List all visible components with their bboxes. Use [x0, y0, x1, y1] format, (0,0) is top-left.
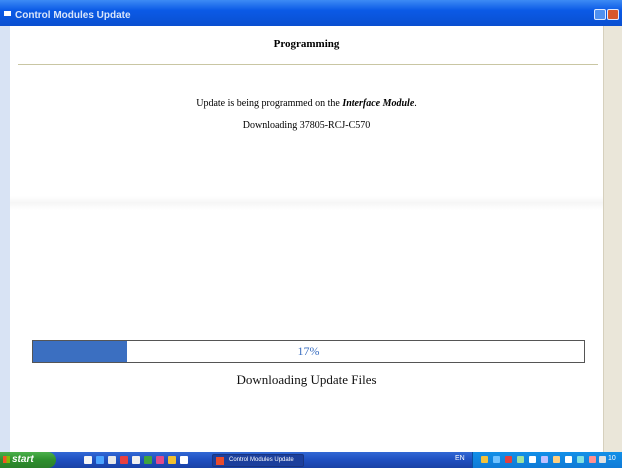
windows-logo-icon [3, 456, 10, 463]
close-button[interactable] [607, 9, 619, 20]
downloading-status: Downloading 37805-RCJ-C570 [242, 120, 371, 131]
quicklaunch-app-icon[interactable] [120, 456, 128, 464]
window-title: Control Modules Update [15, 10, 131, 21]
tray-icon-1[interactable] [481, 456, 488, 463]
taskbar: start Control Modules Update EN 10 [0, 452, 622, 468]
quicklaunch-app2-icon[interactable] [132, 456, 140, 464]
progress-bar: 17% [32, 340, 585, 363]
start-button[interactable]: start [0, 452, 56, 468]
quicklaunch-app5-icon[interactable] [168, 456, 176, 464]
header-divider [18, 64, 598, 65]
message-suffix: . [414, 98, 417, 109]
update-message: Update is being programmed on the Interf… [10, 98, 603, 109]
quicklaunch-app3-icon[interactable] [144, 456, 152, 464]
taskbar-window-button[interactable]: Control Modules Update [212, 454, 304, 467]
tray-icon-10[interactable] [589, 456, 596, 463]
app-icon [4, 11, 11, 16]
tray-icon-7[interactable] [553, 456, 560, 463]
window-titlebar[interactable]: Control Modules Update [0, 0, 622, 26]
minimize-button[interactable] [594, 9, 606, 20]
content-separator [10, 196, 603, 210]
tray-icon-6[interactable] [541, 456, 548, 463]
quicklaunch-explorer-icon[interactable] [108, 456, 116, 464]
tray-icon-2[interactable] [493, 456, 500, 463]
message-prefix: Update is being programmed on the [196, 98, 343, 109]
progress-percent: 17% [297, 344, 320, 358]
window-right-border [603, 26, 622, 452]
module-name: Interface Module [342, 98, 415, 109]
quicklaunch-app6-icon[interactable] [180, 456, 188, 464]
quicklaunch-desktop-icon[interactable] [84, 456, 92, 464]
tray-icon-4[interactable] [517, 456, 524, 463]
tray-icon-8[interactable] [565, 456, 572, 463]
window-body [0, 26, 622, 452]
start-label: start [12, 454, 34, 465]
tray-icon-9[interactable] [577, 456, 584, 463]
system-tray [472, 452, 622, 468]
tray-icon-3[interactable] [505, 456, 512, 463]
tray-icon-5[interactable] [529, 456, 536, 463]
progress-label: Downloading Update Files [236, 372, 377, 387]
language-indicator[interactable]: EN [455, 455, 465, 462]
task-label: Control Modules Update [229, 457, 294, 463]
tray-icon-11[interactable] [599, 456, 606, 463]
quicklaunch-browser-icon[interactable] [96, 456, 104, 464]
page-title: Programming [273, 38, 340, 50]
quicklaunch-app4-icon[interactable] [156, 456, 164, 464]
window-left-border [0, 26, 10, 452]
clock[interactable]: 10 [608, 455, 616, 462]
task-app-icon [216, 457, 224, 465]
